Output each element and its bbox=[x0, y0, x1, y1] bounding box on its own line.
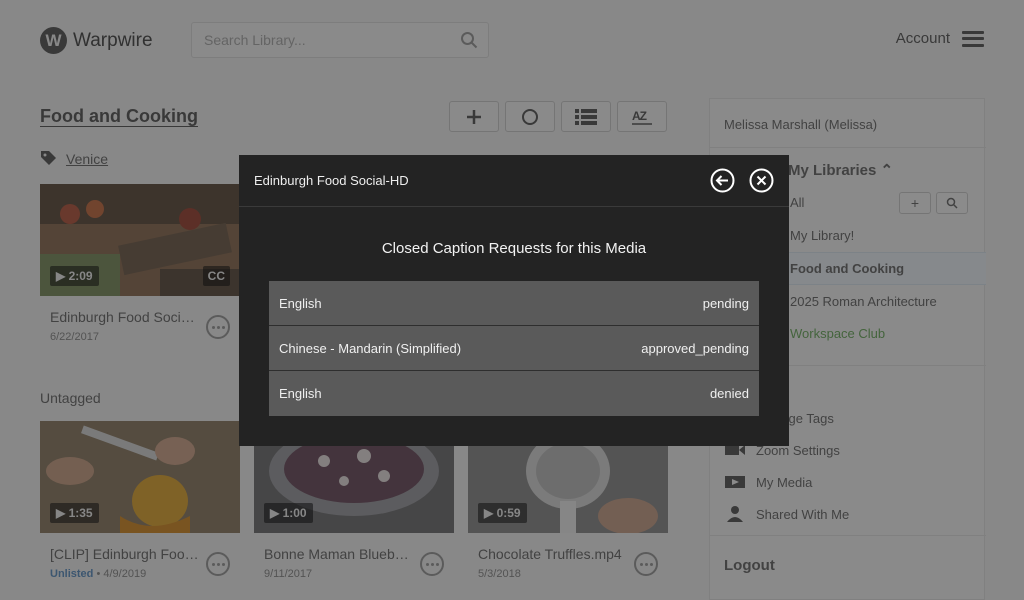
caption-request-row: Chinese - Mandarin (Simplified) approved… bbox=[269, 326, 759, 371]
modal-title: Edinburgh Food Social-HD bbox=[254, 173, 409, 188]
modal-header: Edinburgh Food Social-HD bbox=[239, 155, 789, 207]
request-language: Chinese - Mandarin (Simplified) bbox=[279, 340, 462, 356]
modal-heading: Closed Caption Requests for this Media bbox=[381, 240, 647, 257]
closed-caption-requests-modal: Edinburgh Food Social-HD Closed Caption … bbox=[239, 155, 789, 446]
request-status: approved_pending bbox=[641, 340, 749, 356]
back-arrow-icon[interactable] bbox=[710, 168, 735, 193]
request-status: pending bbox=[702, 295, 749, 311]
caption-requests-list: English pending Chinese - Mandarin (Simp… bbox=[269, 281, 759, 416]
caption-request-row: English pending bbox=[269, 281, 759, 326]
close-icon[interactable] bbox=[749, 168, 774, 193]
request-status: denied bbox=[709, 386, 749, 401]
request-language: English bbox=[279, 295, 322, 311]
request-language: English bbox=[279, 386, 322, 401]
caption-request-row: English denied bbox=[269, 371, 759, 416]
